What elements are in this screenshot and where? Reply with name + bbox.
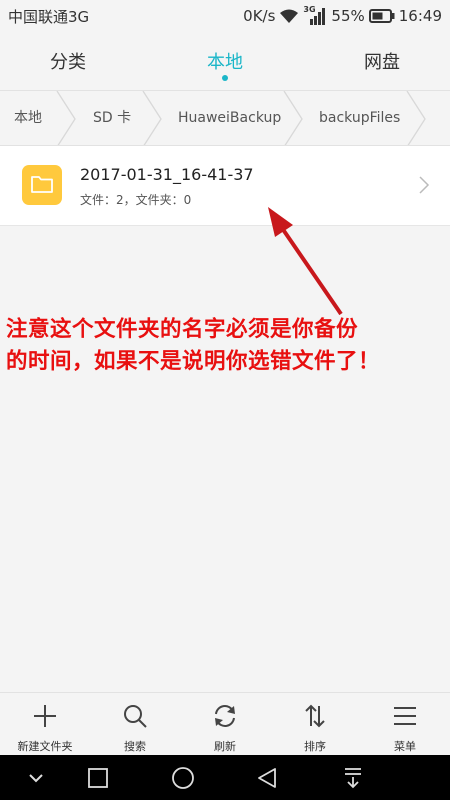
bottom-toolbar: 新建文件夹 搜索 刷新 排序 菜单 [0,692,450,755]
annotation-line-2: 的时间，如果不是说明你选错文件了！ [6,349,381,374]
sort-icon [305,704,325,728]
annotation-line-1: 注意这个文件夹的名字必须是你备份 [6,317,359,342]
refresh-icon [215,705,235,727]
refresh-button[interactable]: 刷新 [180,693,270,755]
back-icon [258,767,276,788]
active-tab-indicator [222,75,228,81]
search-icon [124,705,147,728]
folder-name: 2017-01-31_16-41-37 [80,165,254,184]
new-folder-label: 新建文件夹 [17,740,73,753]
status-right: 0K/s 3G 55% 16:49 [243,5,442,25]
nav-recents-button[interactable] [82,755,114,800]
tab-cloud-drive[interactable]: 网盘 [352,48,412,74]
breadcrumb-separator-icon [406,91,426,145]
search-label: 搜索 [124,740,146,753]
system-nav-bar [0,755,450,800]
tab-category[interactable]: 分类 [38,48,98,74]
breadcrumb-separator-icon [283,91,303,145]
sort-label: 排序 [304,740,326,753]
breadcrumb-item-local[interactable]: 本地 [14,91,42,145]
menu-icon [394,707,416,725]
breadcrumb-item-sdcard[interactable]: SD 卡 [93,91,131,145]
plus-icon [34,705,56,727]
status-bar: 中国联通3G 0K/s 3G 55% 16:49 [0,0,450,32]
folder-icon [22,165,62,205]
tab-local[interactable]: 本地 [195,48,255,81]
refresh-label: 刷新 [214,740,236,753]
battery-icon [368,9,395,23]
tab-local-label: 本地 [207,52,243,73]
folder-meta: 文件：2，文件夹：0 [80,193,192,207]
sort-button[interactable]: 排序 [270,693,360,755]
breadcrumb-separator-icon [142,91,162,145]
home-icon [172,766,194,789]
nav-notification-button[interactable] [337,755,369,800]
search-button[interactable]: 搜索 [90,693,180,755]
network-speed: 0K/s [243,7,276,25]
battery-percent: 55% [331,7,365,25]
breadcrumb: 本地 SD 卡 HuaweiBackup backupFiles [0,90,450,146]
nav-hide-button[interactable] [20,755,52,800]
file-list: 2017-01-31_16-41-37 文件：2，文件夹：0 [0,146,450,226]
menu-label: 菜单 [394,740,416,753]
chevron-down-icon [29,773,43,782]
new-folder-button[interactable]: 新建文件夹 [0,693,90,755]
nav-back-button[interactable] [251,755,283,800]
nav-home-button[interactable] [167,755,199,800]
clock: 16:49 [398,7,442,25]
recents-icon [88,767,108,788]
breadcrumb-item-backupfiles[interactable]: backupFiles [319,91,400,145]
chevron-right-icon [419,176,430,194]
top-tabs: 分类 本地 网盘 [0,32,450,90]
wifi-icon [279,8,299,24]
signal-icon: 3G [303,5,327,25]
annotation-note: 注意这个文件夹的名字必须是你备份 的时间，如果不是说明你选错文件了！ [6,314,450,378]
notification-pull-icon [345,767,361,788]
breadcrumb-item-huaweibackup[interactable]: HuaweiBackup [178,91,281,145]
menu-button[interactable]: 菜单 [360,693,450,755]
list-item[interactable]: 2017-01-31_16-41-37 文件：2，文件夹：0 [0,146,450,225]
breadcrumb-separator-icon [56,91,76,145]
carrier-label: 中国联通3G [8,7,90,26]
